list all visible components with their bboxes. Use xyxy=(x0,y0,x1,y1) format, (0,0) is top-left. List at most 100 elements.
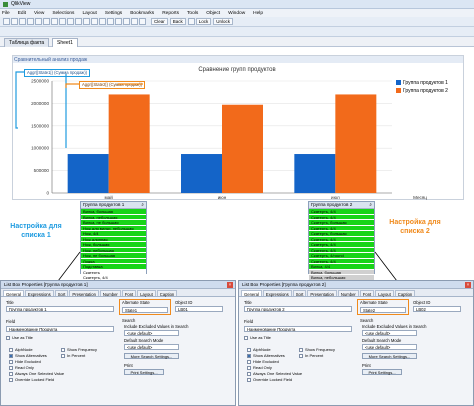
tab-caption[interactable]: Caption xyxy=(394,290,416,297)
close-icon[interactable]: × xyxy=(227,282,233,288)
checkbox xyxy=(247,347,251,352)
object-id-label: Object ID xyxy=(413,300,431,305)
checkbox xyxy=(6,335,10,340)
checkbox-label: Always One Selected Value xyxy=(15,371,65,376)
tab-font[interactable]: Font xyxy=(121,290,137,297)
print-settings-button[interactable]: Print Settings... xyxy=(124,369,164,375)
state-select[interactable]: State1 xyxy=(122,307,168,313)
checkbox-label: In Percent xyxy=(67,353,86,358)
object-id-input[interactable]: LB02 xyxy=(413,306,461,312)
checkbox xyxy=(9,365,13,370)
checkbox-label: Hide Excluded xyxy=(15,359,41,364)
listbox-title: Группа продуктов 2 xyxy=(311,202,353,207)
title-input[interactable]: Группа продуктов 2 xyxy=(244,306,352,312)
state-label: Alternate State xyxy=(122,300,150,305)
listbox-group2[interactable]: Группа продуктов 2 ⌕ Скатерть, 4/4 Скатерт… xyxy=(308,201,375,281)
tab-general[interactable]: General xyxy=(241,290,262,297)
dialog-title: List Box Properties [Группа продуктов 1] xyxy=(4,282,88,287)
dialog-title: List Box Properties [Группа продуктов 2] xyxy=(242,282,326,287)
tab-sort[interactable]: Sort xyxy=(292,290,307,297)
checkbox-label: Show Frequency xyxy=(305,347,336,352)
checkbox xyxy=(244,335,248,340)
field-select[interactable]: Наименование Продукта xyxy=(6,326,114,332)
title-label: Title xyxy=(244,300,252,305)
checkbox xyxy=(9,353,13,358)
checkbox-label: AlphNode xyxy=(15,347,33,352)
field-label: Field xyxy=(6,319,16,324)
field-select[interactable]: Наименование Продукта xyxy=(244,326,352,332)
connector-state2 xyxy=(65,83,79,88)
more-search-settings-button[interactable]: More Search Settings... xyxy=(362,353,417,359)
print-settings-button[interactable]: Print Settings... xyxy=(362,369,402,375)
note-listbox1: Настройка для списка 1 xyxy=(10,223,62,239)
include-excluded-label: Include Excluded Values in Search xyxy=(362,324,427,329)
tab-number[interactable]: Number xyxy=(337,290,359,297)
checkbox xyxy=(247,365,251,370)
search-label: Search xyxy=(122,318,136,323)
tab-expressions[interactable]: Expressions xyxy=(262,290,292,297)
tab-font[interactable]: Font xyxy=(359,290,375,297)
tab-general[interactable]: General xyxy=(3,290,24,297)
checkbox xyxy=(299,347,303,352)
checkbox-label: Show Alternatives xyxy=(253,353,285,358)
checkbox-label: Show Frequency xyxy=(67,347,98,352)
checkbox xyxy=(61,353,65,358)
include-excluded-label: Include Excluded Values in Search xyxy=(124,324,189,329)
tab-sort[interactable]: Sort xyxy=(54,290,69,297)
state-select[interactable]: State2 xyxy=(360,307,406,313)
checkbox xyxy=(9,377,13,382)
close-icon[interactable]: × xyxy=(465,282,471,288)
checkbox xyxy=(247,353,251,358)
tab-presentation[interactable]: Presentation xyxy=(69,290,99,297)
checkbox xyxy=(247,371,251,376)
field-label: Field xyxy=(244,319,254,324)
dialog-title-bar: List Box Properties [Группа продуктов 2]… xyxy=(239,281,473,289)
dialog-title-bar: List Box Properties [Группа продуктов 1]… xyxy=(1,281,235,289)
checkbox xyxy=(247,377,251,382)
tab-layout[interactable]: Layout xyxy=(137,290,156,297)
checkbox-label: Override Locked Field xyxy=(253,377,293,382)
tab-caption[interactable]: Caption xyxy=(156,290,178,297)
listbox-group1[interactable]: Группа продуктов 1 ⌕ Вилка, большая Вилка,… xyxy=(80,201,147,281)
checkbox-label: Always One Selected Value xyxy=(253,371,303,376)
state-label: Alternate State xyxy=(360,300,388,305)
tab-expressions[interactable]: Expressions xyxy=(24,290,54,297)
search-icon[interactable]: ⌕ xyxy=(141,202,144,208)
checkbox-label: Read Only xyxy=(15,365,34,370)
search-icon[interactable]: ⌕ xyxy=(369,202,372,208)
search-include-select[interactable]: <use default> xyxy=(124,330,179,336)
use-as-title-checkbox[interactable]: Use as Title xyxy=(6,335,33,341)
tab-number[interactable]: Number xyxy=(99,290,121,297)
dialog-tabs: General Expressions Sort Presentation Nu… xyxy=(239,289,473,297)
checkbox-label: Use as Title xyxy=(250,335,271,340)
in-percent-checkbox[interactable]: In Percent xyxy=(61,353,85,359)
checkbox xyxy=(9,347,13,352)
print-label: Print xyxy=(362,363,371,368)
default-search-label: Default Search Mode xyxy=(124,338,164,343)
default-search-select[interactable]: <use default> xyxy=(362,344,417,350)
listbox-title: Группа продуктов 1 xyxy=(83,202,125,207)
in-percent-checkbox[interactable]: In Percent xyxy=(299,353,323,359)
use-as-title-checkbox[interactable]: Use as Title xyxy=(244,335,271,341)
connector-state1 xyxy=(15,71,24,129)
tab-layout[interactable]: Layout xyxy=(375,290,394,297)
checkbox-label: In Percent xyxy=(305,353,324,358)
tab-presentation[interactable]: Presentation xyxy=(307,290,337,297)
object-id-input[interactable]: LB01 xyxy=(175,306,223,312)
note-listbox2: Настройка для списка 2 xyxy=(389,219,441,235)
object-id-label: Object ID xyxy=(175,300,193,305)
checkbox-label: Read Only xyxy=(253,365,272,370)
checkbox xyxy=(299,353,303,358)
listbox-rows: Скатерть, 4/4 Скатерть, 4/4 Скатерть, боль… xyxy=(309,209,374,281)
override-locked-field-checkbox[interactable]: Override Locked Field xyxy=(247,377,292,383)
default-search-select[interactable]: <use default> xyxy=(124,344,179,350)
override-locked-field-checkbox[interactable]: Override Locked Field xyxy=(9,377,54,383)
title-input[interactable]: Группа продуктов 1 xyxy=(6,306,114,312)
checkbox-label: Show Alternatives xyxy=(15,353,47,358)
dialog-tabs: General Expressions Sort Presentation Nu… xyxy=(1,289,235,297)
checkbox xyxy=(9,371,13,376)
more-search-settings-button[interactable]: More Search Settings... xyxy=(124,353,179,359)
checkbox xyxy=(247,359,251,364)
search-label: Search xyxy=(360,318,374,323)
search-include-select[interactable]: <use default> xyxy=(362,330,417,336)
